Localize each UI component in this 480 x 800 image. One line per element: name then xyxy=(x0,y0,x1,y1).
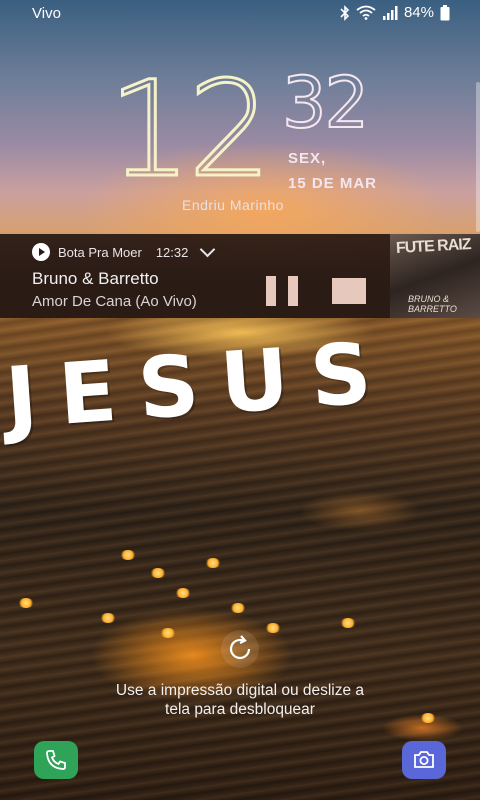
media-time: 12:32 xyxy=(155,244,189,260)
wallpaper-sparkle xyxy=(230,603,246,613)
media-header: Bota Pra Moer 12:32 xyxy=(32,241,216,261)
play-app-icon xyxy=(32,243,50,261)
album-art: FUTE RAIZ BRUNO & BARRETTO xyxy=(390,234,480,318)
wallpaper-sparkle xyxy=(120,550,136,560)
edge-panel-handle[interactable] xyxy=(476,82,480,232)
chevron-down-icon[interactable] xyxy=(200,241,216,258)
bluetooth-icon xyxy=(340,4,350,21)
signal-icon xyxy=(382,5,398,20)
wallpaper-sparkle xyxy=(18,598,34,608)
media-artist: Bruno & Barretto xyxy=(32,269,159,288)
album-art-artist: BRUNO & BARRETTO xyxy=(408,294,457,314)
carrier-label: Vivo xyxy=(32,5,61,22)
wallpaper-sparkle xyxy=(100,613,116,623)
clock-hours: 12 xyxy=(107,53,274,207)
pause-icon xyxy=(266,276,276,306)
owner-name: Endriu Marinho xyxy=(182,197,284,213)
wallpaper-sparkle xyxy=(265,623,281,633)
phone-shortcut-button[interactable] xyxy=(34,741,78,779)
clock-day: SEX, xyxy=(288,150,327,167)
pause-icon-bar xyxy=(288,276,298,306)
battery-percent: 84% xyxy=(403,4,434,21)
clock-minutes: 32 xyxy=(281,62,370,144)
unlock-icon xyxy=(221,630,259,668)
phone-icon xyxy=(46,750,66,770)
battery-icon xyxy=(440,4,450,21)
media-app-name: Bota Pra Moer xyxy=(58,244,142,260)
camera-icon xyxy=(414,751,434,768)
clock-date: 15 DE MAR xyxy=(288,175,378,192)
wifi-icon xyxy=(356,5,376,20)
pause-button[interactable] xyxy=(266,276,300,306)
wallpaper-sparkle xyxy=(175,588,191,598)
unlock-hint-line2: tela para desbloquear xyxy=(165,701,315,718)
status-icons: 84% xyxy=(340,4,450,21)
wallpaper-sparkle xyxy=(150,568,166,578)
media-track: Amor De Cana (Ao Vivo) xyxy=(32,293,197,310)
wallpaper-sparkle xyxy=(160,628,176,638)
wallpaper-sparkle xyxy=(205,558,221,568)
wallpaper-sparkle xyxy=(340,618,356,628)
stop-button[interactable] xyxy=(332,278,366,304)
camera-shortcut-button[interactable] xyxy=(402,741,446,779)
unlock-hint-line1: Use a impressão digital ou deslize a xyxy=(115,682,365,699)
album-art-title: FUTE RAIZ xyxy=(395,236,471,257)
status-bar: Vivo 84% xyxy=(0,0,480,28)
